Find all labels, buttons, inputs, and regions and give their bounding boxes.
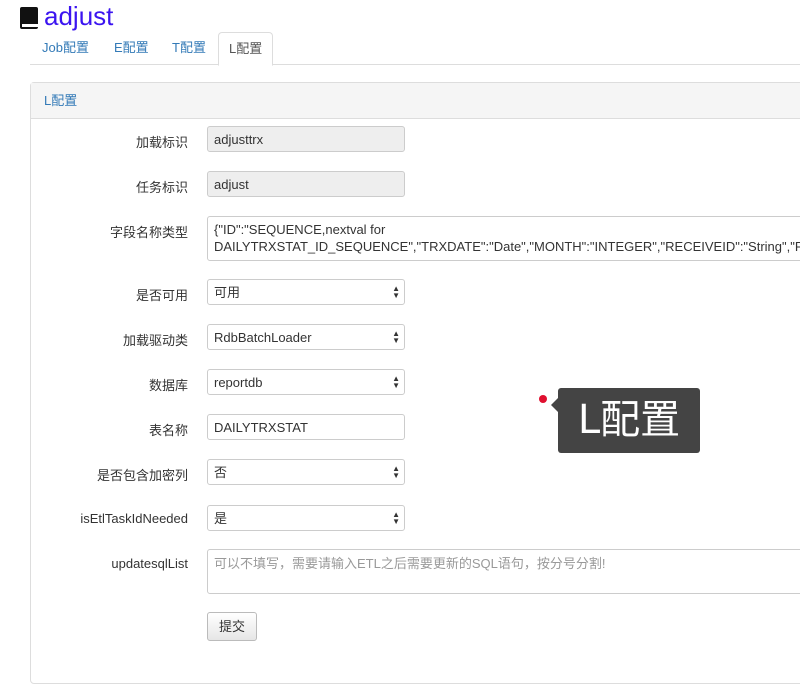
update-sql-placeholder: 可以不填写，需要请输入ETL之后需要更新的SQL语句，按分号分割! [214, 556, 606, 571]
database-select[interactable]: reportdb ▲ ▼ [207, 369, 405, 395]
has-encrypted-select[interactable]: 否 ▲ ▼ [207, 459, 405, 485]
database-label: 数据库 [148, 378, 188, 393]
tab-job-config[interactable]: Job配置 [32, 32, 99, 63]
cursor-dot [539, 395, 547, 403]
tab-bar: Job配置 E配置 T配置 L配置 [30, 32, 800, 66]
table-name-label: 表名称 [148, 423, 188, 438]
field-types-line-1: {"ID":"SEQUENCE,nextval for [214, 222, 386, 237]
load-id-label: 加载标识 [135, 135, 188, 150]
select-arrows-icon: ▲ ▼ [392, 374, 400, 390]
tab-l-config[interactable]: L配置 [218, 32, 274, 66]
tab-e-config[interactable]: E配置 [104, 32, 159, 63]
has-encrypted-label: 是否包含加密列 [96, 468, 188, 483]
table-name-input[interactable]: DAILYTRXSTAT [207, 414, 405, 440]
has-encrypted-select-value: 否 [214, 465, 228, 480]
task-id-field[interactable]: adjust [207, 171, 405, 197]
loader-class-label: 加载驱动类 [122, 333, 188, 348]
field-types-textarea[interactable]: {"ID":"SEQUENCE,nextval for DAILYTRXSTAT… [207, 216, 800, 261]
submit-button[interactable]: 提交 [207, 612, 257, 641]
loader-class-select[interactable]: RdbBatchLoader ▲ ▼ [207, 324, 405, 350]
app-title: adjust [44, 0, 114, 31]
update-sql-textarea[interactable]: 可以不填写，需要请输入ETL之后需要更新的SQL语句，按分号分割! [207, 549, 800, 594]
enabled-select[interactable]: 可用 ▲ ▼ [207, 279, 405, 305]
book-icon [20, 7, 38, 29]
load-id-field[interactable]: adjusttrx [207, 126, 405, 152]
update-sql-label: updatesqlList [111, 556, 188, 571]
select-arrows-icon: ▲ ▼ [392, 510, 400, 526]
app-header: adjust [20, 0, 113, 32]
select-arrows-icon: ▲ ▼ [392, 464, 400, 480]
field-types-line-2: DAILYTRXSTAT_ID_SEQUENCE","TRXDATE":"Dat… [214, 239, 800, 254]
database-select-value: reportdb [214, 375, 263, 390]
etl-task-id-select-value: 是 [214, 511, 228, 526]
enabled-label: 是否可用 [135, 288, 188, 303]
tooltip: L配置 [551, 388, 700, 453]
select-arrows-icon: ▲ ▼ [392, 329, 400, 345]
etl-task-id-label: isEtlTaskIdNeeded [80, 511, 188, 526]
field-types-label: 字段名称类型 [109, 225, 188, 240]
task-id-label: 任务标识 [135, 180, 188, 195]
tab-t-config[interactable]: T配置 [162, 32, 216, 63]
select-arrows-icon: ▲ ▼ [392, 284, 400, 300]
enabled-select-value: 可用 [214, 285, 241, 300]
loader-class-select-value: RdbBatchLoader [214, 330, 312, 345]
etl-task-id-select[interactable]: 是 ▲ ▼ [207, 505, 405, 531]
panel-heading: L配置 [31, 83, 800, 119]
